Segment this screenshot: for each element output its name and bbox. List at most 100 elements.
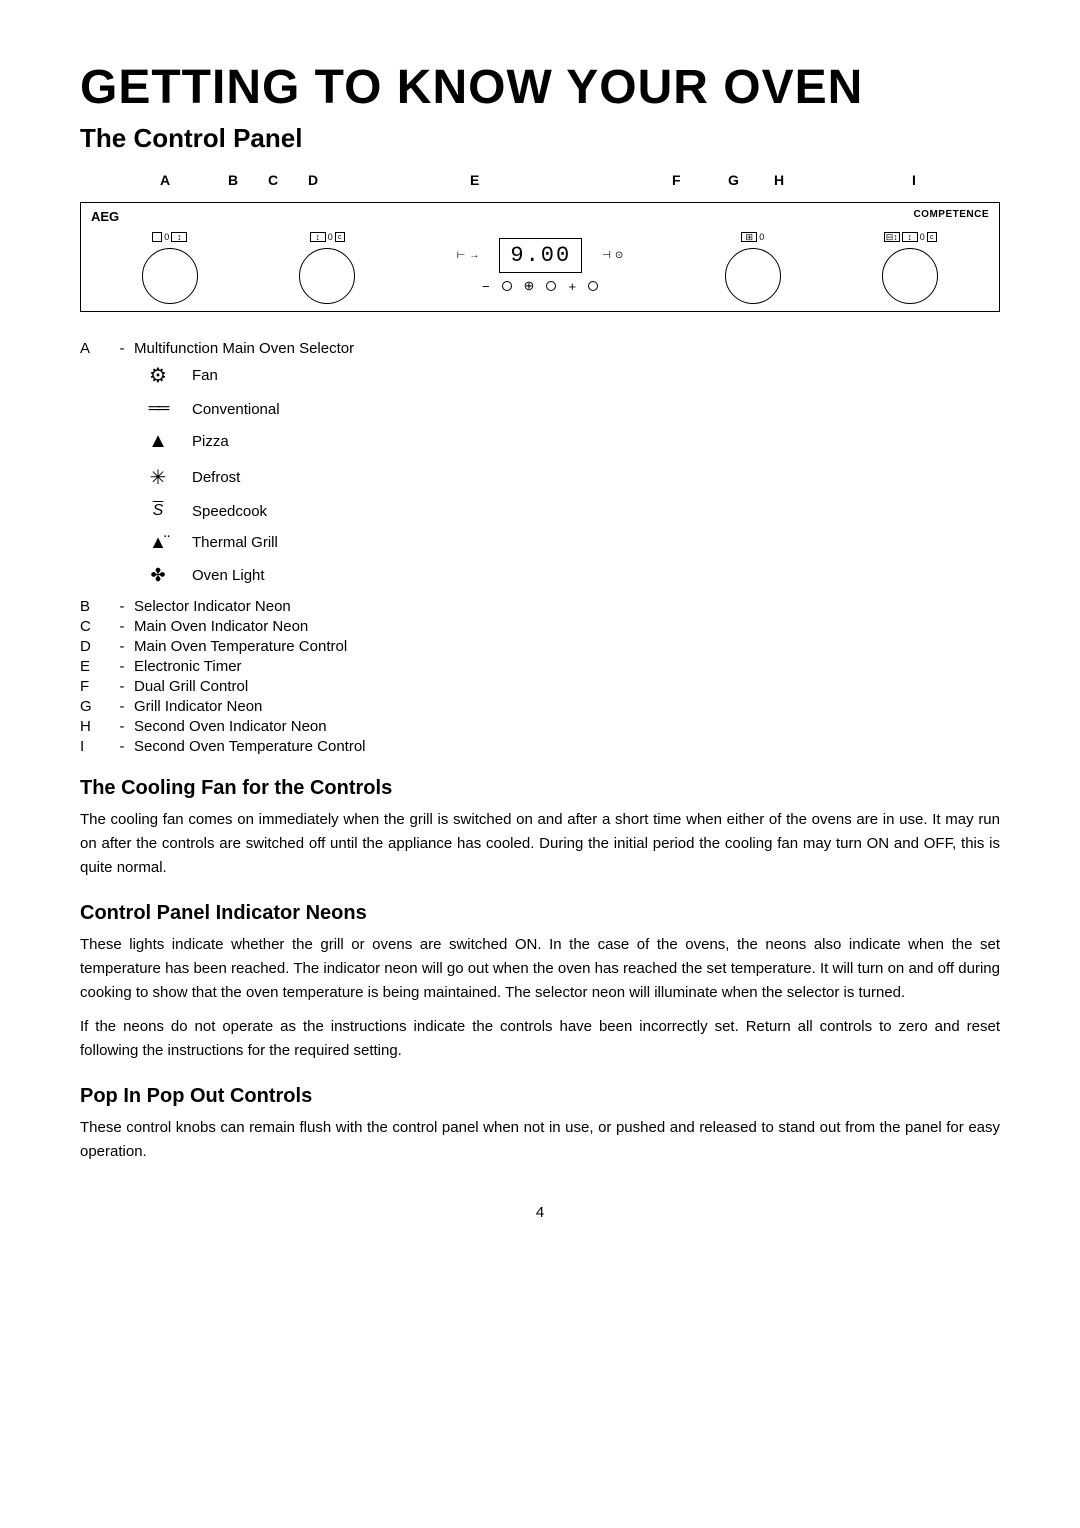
diagram-inner: 0 ↕ ↕ 0 c ⊢ → 9.00 ⊣ ⊙	[91, 228, 989, 304]
oven-light-icon: ✤	[140, 565, 176, 586]
label-i: I	[912, 172, 916, 188]
item-key-b: B	[80, 598, 110, 615]
timer-section: ⊢ → 9.00 ⊣ ⊙ − ⊕ +	[457, 238, 624, 294]
seg-ab-icons: 0 ↕	[152, 228, 187, 246]
item-row-g: G - Grill Indicator Neon	[80, 698, 1000, 715]
pop-controls-text: These control knobs can remain flush wit…	[80, 1116, 1000, 1164]
timer-circle-left	[502, 281, 512, 291]
seg-f-icons: ⊞ 0	[741, 228, 764, 246]
knob-f[interactable]	[725, 248, 781, 304]
selector-row-thermal-grill: ▲̈ Thermal Grill	[140, 532, 1000, 553]
thermal-grill-icon: ▲̈	[140, 532, 176, 553]
settings-btn[interactable]: ⊕	[524, 278, 535, 294]
timer-circle-mid	[546, 281, 556, 291]
section-subtitle: The Control Panel	[80, 123, 1000, 154]
timer-bottom: − ⊕ +	[482, 278, 598, 294]
item-value-i: Second Oven Temperature Control	[134, 738, 1000, 755]
section-title-pop: Pop In Pop Out Controls	[80, 1085, 1000, 1108]
selector-row-oven-light: ✤ Oven Light	[140, 565, 1000, 586]
item-dash-b: -	[110, 598, 134, 615]
label-c-box-2: c	[927, 232, 937, 242]
items-list: A - Multifunction Main Oven Selector ⚙ F…	[80, 340, 1000, 755]
item-row-h: H - Second Oven Indicator Neon	[80, 718, 1000, 735]
defrost-icon: ✳	[140, 465, 176, 490]
section-title-neons: Control Panel Indicator Neons	[80, 902, 1000, 925]
minus-btn[interactable]: −	[482, 279, 490, 294]
seg-gh: ⊟↕ ↕ 0 c	[882, 228, 938, 304]
label-g: G	[728, 172, 739, 188]
tiny-rect-gh2: ↕	[902, 232, 918, 242]
section-pop-controls: Pop In Pop Out Controls These control kn…	[80, 1085, 1000, 1164]
item-row-b: B - Selector Indicator Neon	[80, 598, 1000, 615]
timer-top: ⊢ → 9.00 ⊣ ⊙	[457, 238, 624, 273]
timer-arrow-right2: ⊣	[602, 250, 611, 261]
item-value-a: Multifunction Main Oven Selector	[134, 340, 1000, 357]
competence-label: COMPETENCE	[913, 209, 989, 220]
item-key-e: E	[80, 658, 110, 675]
zero-gh: 0	[920, 232, 925, 242]
selector-row-conventional: ══ Conventional	[140, 400, 1000, 418]
item-value-h: Second Oven Indicator Neon	[134, 718, 1000, 735]
fan-icon: ⚙	[140, 363, 176, 388]
seg-gh-icons: ⊟↕ ↕ 0 c	[884, 228, 937, 246]
thermal-grill-label: Thermal Grill	[192, 534, 278, 551]
label-a: A	[160, 172, 170, 188]
knob-d[interactable]	[299, 248, 355, 304]
brand-label: AEG	[91, 209, 119, 224]
timer-left-arrow: ⊢	[457, 250, 466, 261]
item-value-g: Grill Indicator Neon	[134, 698, 1000, 715]
item-key-d: D	[80, 638, 110, 655]
item-row-c: C - Main Oven Indicator Neon	[80, 618, 1000, 635]
item-key-i: I	[80, 738, 110, 755]
label-e: E	[470, 172, 479, 188]
section-cooling-fan: The Cooling Fan for the Controls The coo…	[80, 777, 1000, 880]
item-key-h: H	[80, 718, 110, 735]
knob-a[interactable]	[142, 248, 198, 304]
knob-h[interactable]	[882, 248, 938, 304]
timer-right-arrow: →	[469, 250, 479, 261]
conventional-icon: ══	[140, 400, 176, 418]
page-title: GETTING TO KNOW YOUR OVEN	[80, 60, 1000, 115]
panel-label-row: A B C D E F G H I	[160, 172, 1000, 200]
selector-row-pizza: ▲ Pizza	[140, 430, 1000, 453]
small-sq-a	[152, 232, 162, 242]
zero-d: 0	[328, 232, 333, 242]
timer-circle-right	[588, 281, 598, 291]
item-value-e: Electronic Timer	[134, 658, 1000, 675]
conventional-label: Conventional	[192, 401, 280, 418]
cooling-fan-text: The cooling fan comes on immediately whe…	[80, 808, 1000, 880]
item-row-f: F - Dual Grill Control	[80, 678, 1000, 695]
item-key-c: C	[80, 618, 110, 635]
item-dash-c: -	[110, 618, 134, 635]
zero-f: 0	[759, 232, 764, 242]
label-c: C	[268, 172, 278, 188]
item-dash-h: -	[110, 718, 134, 735]
item-row-e: E - Electronic Timer	[80, 658, 1000, 675]
item-dash-f: -	[110, 678, 134, 695]
timer-display: 9.00	[499, 238, 582, 273]
section-indicator-neons: Control Panel Indicator Neons These ligh…	[80, 902, 1000, 1063]
selector-row-defrost: ✳ Defrost	[140, 465, 1000, 490]
seg-cd-icons: ↕ 0 c	[310, 228, 345, 246]
speedcook-label: Speedcook	[192, 503, 267, 520]
item-row-a: A - Multifunction Main Oven Selector	[80, 340, 1000, 357]
seg-e: ⊢ → 9.00 ⊣ ⊙ − ⊕ +	[457, 238, 624, 294]
pizza-label: Pizza	[192, 433, 229, 450]
tiny-rect-f: ⊞	[741, 232, 757, 242]
seg-ab: 0 ↕	[142, 228, 198, 304]
seg-cd: ↕ 0 c	[299, 228, 355, 304]
item-dash-g: -	[110, 698, 134, 715]
defrost-label: Defrost	[192, 469, 240, 486]
item-value-f: Dual Grill Control	[134, 678, 1000, 695]
item-value-b: Selector Indicator Neon	[134, 598, 1000, 615]
item-dash-e: -	[110, 658, 134, 675]
item-dash-a: -	[110, 340, 134, 357]
label-d: D	[308, 172, 318, 188]
tiny-rect-c: ↕	[310, 232, 326, 242]
tiny-rect-gh1: ⊟↕	[884, 232, 900, 242]
item-dash-d: -	[110, 638, 134, 655]
item-row-d: D - Main Oven Temperature Control	[80, 638, 1000, 655]
plus-btn[interactable]: +	[568, 279, 576, 294]
item-row-i: I - Second Oven Temperature Control	[80, 738, 1000, 755]
item-value-c: Main Oven Indicator Neon	[134, 618, 1000, 635]
